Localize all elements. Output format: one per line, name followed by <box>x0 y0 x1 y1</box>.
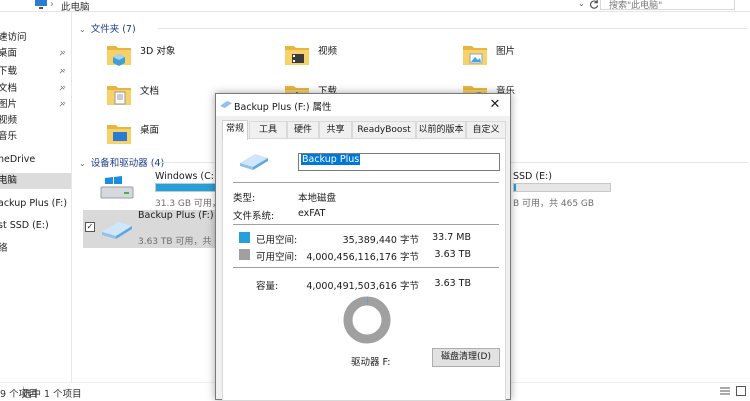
type-value: 本地磁盘 <box>298 193 337 204</box>
details-view-icon[interactable] <box>720 386 730 399</box>
drive-usage-fill <box>156 184 224 191</box>
pin-icon <box>59 68 66 74</box>
tab-readyboost[interactable]: ReadyBoost <box>352 121 416 139</box>
free-space-bytes: 4,000,456,116,176 字节 <box>306 252 419 263</box>
folder-label: 视频 <box>318 46 338 57</box>
sidebar-item-onedrive[interactable]: neDrive <box>0 152 71 168</box>
sidebar-item-downloads[interactable]: 下载 <box>0 64 71 80</box>
tab-customize[interactable]: 自定义 <box>466 121 506 139</box>
folders-group-header[interactable]: ⌄ 文件夹 (7) <box>79 21 136 35</box>
free-space-swatch <box>239 249 250 260</box>
folder-label: 图片 <box>496 46 516 57</box>
external-drive-icon <box>102 222 132 239</box>
group-divider <box>158 28 748 29</box>
folder-label: 3D 对象 <box>140 46 176 57</box>
selection-checkbox[interactable]: ✓ <box>85 222 95 232</box>
pin-icon <box>59 50 66 56</box>
chevron-down-icon: ⌄ <box>79 25 86 34</box>
large-icons-view-icon[interactable] <box>736 386 746 399</box>
free-space-size: 3.63 TB <box>434 249 472 260</box>
free-space-label: 可用空间: <box>256 252 298 263</box>
tab-hardware[interactable]: 硬件 <box>287 121 319 139</box>
divider <box>233 182 499 183</box>
drive-usage-fill <box>514 184 516 191</box>
sidebar-item-desktop[interactable]: 桌面 <box>0 46 71 62</box>
pictures-folder-icon <box>463 46 487 65</box>
properties-dialog: Backup Plus (F:) 属性 ✕ 常规 工具 硬件 共享 ReadyB… <box>215 93 511 401</box>
sidebar-item-pictures[interactable]: 图片 <box>0 97 71 113</box>
selection-count: 选中 1 个项目 <box>22 389 82 400</box>
used-space-swatch <box>239 232 250 243</box>
drive-label: Windows (C:) <box>155 171 218 182</box>
drive-letter-label: 驱动器 F: <box>351 357 391 368</box>
pin-icon <box>59 85 66 91</box>
sidebar-item-music[interactable]: 音乐 <box>0 129 71 145</box>
disk-cleanup-button[interactable]: 磁盘清理(D) <box>432 348 500 367</box>
drives-group-header[interactable]: ⌄ 设备和驱动器 (4) <box>79 155 164 169</box>
sidebar-item-ssd[interactable]: st SSD (E:) <box>0 218 71 234</box>
capacity-size: 3.63 TB <box>434 278 472 289</box>
sidebar-item-documents[interactable]: 文档 <box>0 81 71 97</box>
dialog-title: Backup Plus (F:) 属性 <box>234 102 332 113</box>
volume-name-value: Backup Plus <box>301 154 361 165</box>
filesystem-value: exFAT <box>298 208 326 219</box>
folder-3d-objects[interactable]: 3D 对象 <box>105 40 265 76</box>
chevron-down-icon: ⌄ <box>79 159 86 168</box>
used-space-size: 33.7 MB <box>432 232 471 243</box>
tab-sharing[interactable]: 共享 <box>319 121 352 139</box>
used-space-label: 已用空间: <box>256 235 298 246</box>
address-bar: › 此电脑 ⌄ 搜索"此电脑" <box>0 0 750 13</box>
free-space-ring <box>343 296 391 344</box>
drive-ssd-e[interactable]: SSD (E:) B 可用，共 465 GB <box>489 171 659 209</box>
folder-label: 桌面 <box>140 125 160 136</box>
drive-backup-plus-f[interactable]: ✓ Backup Plus (F:) 3.63 TB 可用，共 3.6 <box>83 210 229 248</box>
divider <box>233 267 499 268</box>
folder-pictures[interactable]: 图片 <box>461 40 621 76</box>
folder-label: 文档 <box>140 86 160 97</box>
divider <box>233 224 499 225</box>
general-tab-panel: Backup Plus 类型: 本地磁盘 文件系统: exFAT 已用空间: 3… <box>222 138 506 401</box>
sidebar-item-network[interactable]: 络 <box>0 241 71 257</box>
drive-free-text: B 可用，共 465 GB <box>513 199 595 209</box>
folder-videos[interactable]: 视频 <box>283 40 443 76</box>
pin-icon <box>59 101 66 107</box>
documents-folder-icon <box>107 86 131 105</box>
close-icon[interactable]: ✕ <box>486 96 504 114</box>
capacity-bytes: 4,000,491,503,616 字节 <box>306 281 419 292</box>
chevron-down-icon[interactable]: ⌄ <box>578 0 585 8</box>
tab-tools[interactable]: 工具 <box>249 121 287 139</box>
breadcrumb-separator-icon: › <box>50 0 54 10</box>
sidebar-item-backup-plus[interactable]: ackup Plus (F:) <box>0 196 71 212</box>
capacity-donut-chart <box>343 296 391 344</box>
external-drive-icon <box>240 154 268 170</box>
computer-icon <box>34 0 48 12</box>
sidebar-item-quick-access[interactable]: 速访问 <box>0 30 71 46</box>
type-label: 类型: <box>233 193 256 204</box>
tab-strip: 常规 工具 硬件 共享 ReadyBoost 以前的版本 自定义 <box>222 120 506 140</box>
desktop-folder-icon <box>107 125 131 144</box>
refresh-icon[interactable] <box>590 0 599 12</box>
volume-name-input[interactable]: Backup Plus <box>298 153 500 171</box>
search-input[interactable]: 搜索"此电脑" <box>600 0 735 11</box>
sidebar-item-this-pc[interactable]: 电脑 <box>0 173 71 189</box>
videos-folder-icon <box>285 46 309 65</box>
3d-objects-folder-icon <box>107 46 131 66</box>
search-placeholder: 搜索"此电脑" <box>609 1 663 11</box>
tab-general[interactable]: 常规 <box>222 120 248 140</box>
drive-label: Backup Plus (F:) <box>138 210 214 221</box>
drive-usage-bar <box>513 183 611 192</box>
windows-drive-icon <box>100 176 134 199</box>
tab-previous-versions[interactable]: 以前的版本 <box>416 121 466 139</box>
external-drive-icon <box>220 101 232 108</box>
navigation-pane: 速访问 桌面 下载 文档 图片 视频 音乐 neDrive 电脑 ackup P… <box>0 12 72 382</box>
drive-label: SSD (E:) <box>513 171 553 182</box>
capacity-label: 容量: <box>256 281 279 292</box>
sidebar-item-videos[interactable]: 视频 <box>0 113 71 129</box>
used-space-bytes: 35,389,440 字节 <box>342 235 419 246</box>
filesystem-label: 文件系统: <box>233 211 275 222</box>
dialog-title-bar[interactable]: Backup Plus (F:) 属性 ✕ <box>216 94 510 116</box>
